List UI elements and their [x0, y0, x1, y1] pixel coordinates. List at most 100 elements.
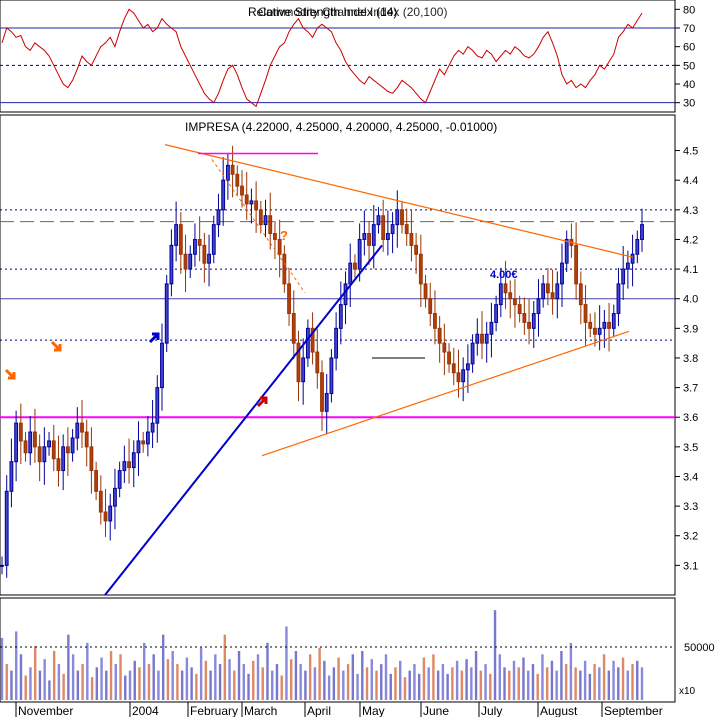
candle-body	[414, 244, 419, 255]
candle-body	[447, 351, 451, 365]
volume-bar	[261, 667, 264, 700]
candle-body	[244, 194, 249, 205]
volume-bar	[62, 673, 65, 700]
candle-body	[207, 253, 211, 264]
price-tick-label: 4.4	[683, 175, 698, 187]
volume-bar	[588, 673, 592, 700]
candle-body	[84, 431, 89, 448]
candle-body	[178, 224, 183, 255]
candle-body	[334, 327, 339, 359]
volume-bar	[545, 667, 549, 700]
volume-bar	[271, 670, 274, 700]
volume-bar	[465, 659, 468, 700]
price-tick-label: 3.7	[683, 383, 698, 395]
volume-bar	[171, 651, 174, 700]
volume-bar	[15, 631, 18, 700]
candle-body	[513, 298, 517, 306]
candle-body	[197, 238, 202, 246]
candle-body	[127, 461, 131, 469]
volume-bar	[266, 642, 269, 700]
chart-svg: 30 40 50 60 70 80 3.1 3.2 3.3 3.4 3.5 3.6 3.7 3.8 3.9 4…	[0, 0, 715, 718]
volume-bar	[223, 634, 227, 700]
volume-bar	[285, 626, 288, 700]
volume-bar	[304, 670, 307, 700]
candle-body	[70, 437, 75, 454]
volume-bar	[536, 673, 539, 700]
volume-bar	[29, 667, 32, 700]
volume-bar	[422, 657, 426, 700]
volume-bar	[52, 651, 56, 700]
volume-bar	[555, 670, 558, 700]
rsi-tick-label: 30	[683, 98, 695, 110]
volume-bar	[147, 664, 151, 700]
volume-bar	[166, 659, 170, 700]
volume-bar	[441, 664, 445, 700]
volume-bar	[152, 654, 155, 700]
x-tick-label: February	[190, 704, 238, 717]
volume-bar	[593, 664, 596, 700]
x-tick-label: 2004	[132, 704, 159, 717]
volume-bar	[247, 673, 250, 700]
volume-bar	[365, 667, 369, 700]
price-tick-label: 4.2	[683, 234, 698, 246]
volume-bar	[375, 670, 378, 700]
volume-bar	[289, 659, 293, 700]
volume-bar	[308, 654, 312, 700]
candle-body	[400, 209, 404, 226]
candle-body	[498, 283, 503, 306]
rsi-tick-label: 60	[683, 42, 695, 54]
annotation-question: ?	[280, 228, 288, 243]
candle-body	[268, 215, 273, 235]
candle-body	[160, 342, 164, 389]
volume-bar	[640, 667, 644, 700]
price-tick-label: 3.4	[683, 471, 698, 483]
candle-body	[404, 224, 409, 235]
volume-bar	[318, 647, 321, 700]
candle-body	[56, 458, 61, 472]
candle-body	[18, 422, 23, 442]
volume-bar	[76, 670, 80, 700]
candle-body	[240, 185, 244, 196]
chart-window: 30 40 50 60 70 80 3.1 3.2 3.3 3.4 3.5 3.6 3.7 3.8 3.9 4…	[0, 0, 724, 718]
volume-bar	[436, 670, 440, 700]
candle-body	[418, 253, 423, 285]
candle-body	[33, 431, 37, 448]
candle-body	[291, 313, 296, 344]
candle-body	[89, 446, 94, 472]
candle-body	[14, 422, 19, 463]
x-tick-label: March	[244, 704, 277, 717]
candle-body	[545, 283, 550, 294]
price-tick-label: 3.8	[683, 353, 698, 365]
candle-body	[442, 342, 447, 353]
volume-bar	[161, 634, 165, 700]
volume-bar	[280, 675, 283, 700]
volume-bar	[636, 660, 639, 700]
candle-body	[480, 333, 484, 344]
volume-bar	[479, 670, 483, 700]
volume-bar	[275, 664, 279, 700]
candle-body	[456, 372, 461, 383]
candle-body	[508, 292, 513, 300]
candle-body	[235, 173, 240, 187]
candle-body	[155, 387, 160, 424]
candle-body	[494, 304, 499, 323]
volume-bar	[489, 673, 492, 700]
volume-bar	[176, 664, 179, 700]
candle-body	[141, 440, 146, 445]
candle-body	[65, 446, 70, 454]
volume-bar	[427, 667, 430, 700]
volume-bar	[228, 659, 231, 700]
volume-bar	[138, 667, 141, 700]
volume-bar	[95, 667, 99, 700]
candle-body	[607, 321, 611, 329]
volume-bar	[5, 664, 8, 700]
volume-bar	[631, 664, 634, 700]
candle-body	[593, 327, 597, 335]
candle-body	[136, 440, 141, 454]
volume-bar	[180, 670, 184, 700]
candle-body	[103, 511, 108, 522]
candle-body	[263, 215, 268, 226]
candle-body	[437, 327, 442, 344]
volume-bar	[527, 670, 530, 700]
candle-body	[621, 268, 626, 285]
